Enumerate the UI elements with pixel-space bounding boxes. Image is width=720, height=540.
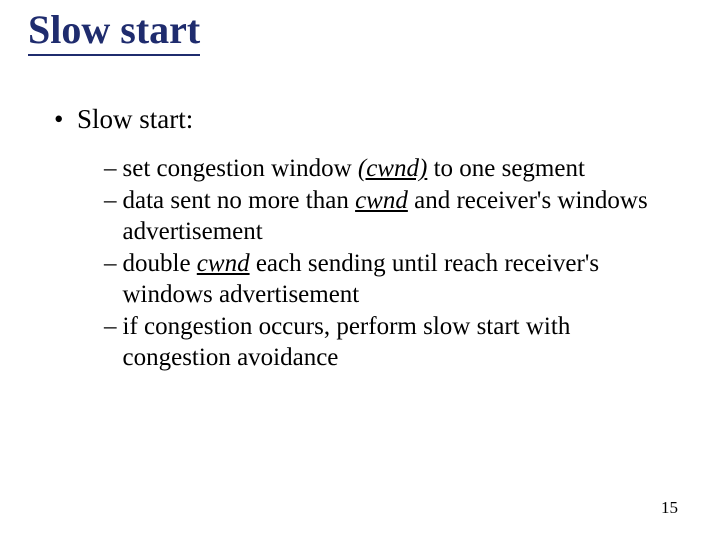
sub-bullet-list: – set congestion window (cwnd) to one se… [104, 154, 680, 374]
dash-icon: – [104, 312, 123, 373]
text-fragment: data sent no more than [123, 187, 356, 214]
page-number: 15 [661, 498, 678, 518]
sub-bullet-text: double cwnd each sending until reach rec… [123, 249, 671, 310]
emphasis-cwnd: cwnd [355, 187, 408, 214]
sub-bullet-item: – if congestion occurs, perform slow sta… [104, 312, 670, 373]
text-fragment: to one segment [427, 155, 585, 182]
sub-bullet-text: set congestion window (cwnd) to one segm… [123, 154, 671, 185]
dash-icon: – [104, 186, 123, 247]
sub-bullet-item: – double cwnd each sending until reach r… [104, 249, 670, 310]
text-fragment: if congestion occurs, perform slow start… [123, 313, 571, 371]
slide-content: • Slow start: – set congestion window (c… [54, 104, 680, 375]
text-fragment: double [123, 250, 197, 277]
bullet-marker: • [54, 104, 63, 136]
sub-bullet-item: – set congestion window (cwnd) to one se… [104, 154, 670, 185]
text-fragment: set congestion window [123, 155, 358, 182]
slide-title: Slow start [28, 8, 200, 56]
bullet-text-inner: Slow start: [77, 104, 193, 134]
dash-icon: – [104, 154, 123, 185]
bullet-text: Slow start: [70, 104, 193, 134]
bullet-level-1: • Slow start: [54, 104, 680, 136]
slide: Slow start • Slow start: – set congestio… [0, 0, 720, 540]
sub-bullet-item: – data sent no more than cwnd and receiv… [104, 186, 670, 247]
sub-bullet-text: data sent no more than cwnd and receiver… [123, 186, 671, 247]
sub-bullet-text: if congestion occurs, perform slow start… [123, 312, 671, 373]
emphasis-cwnd: (cwnd) [358, 155, 427, 182]
emphasis-cwnd: cwnd [197, 250, 250, 277]
dash-icon: – [104, 249, 123, 310]
